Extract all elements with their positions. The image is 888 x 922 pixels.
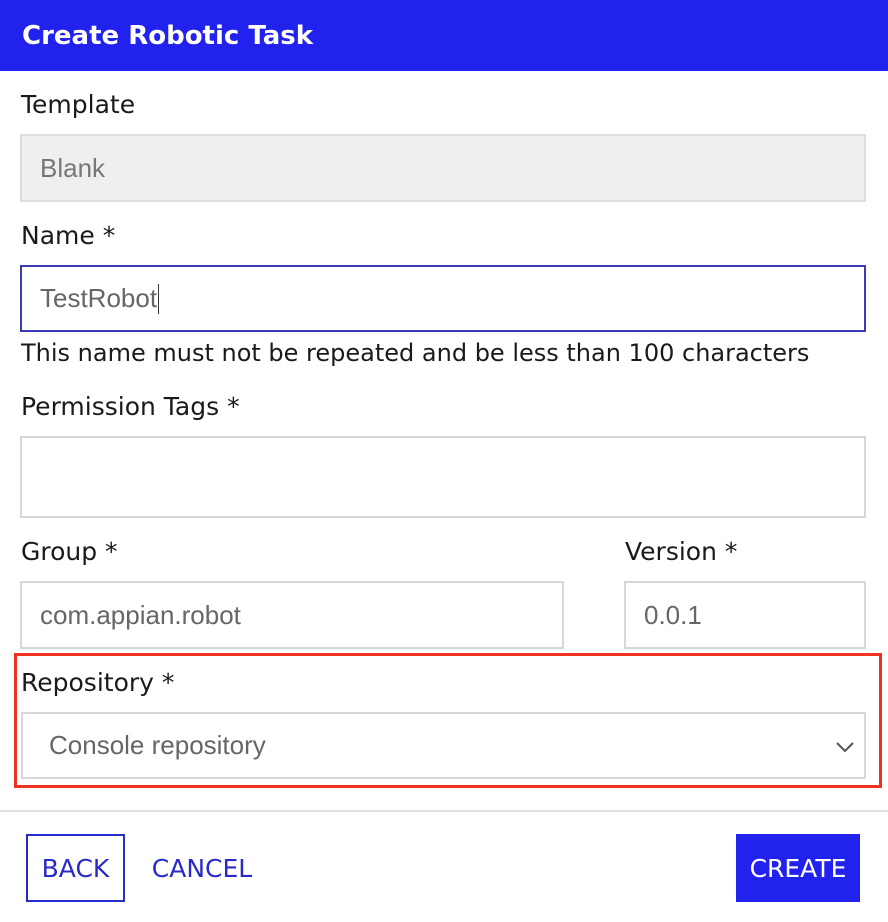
version-input[interactable]: 0.0.1 — [624, 581, 866, 649]
cancel-button[interactable]: CANCEL — [140, 834, 264, 902]
group-label: Group * — [21, 537, 118, 566]
name-value: TestRobot — [40, 283, 158, 313]
dialog-title: Create Robotic Task — [22, 20, 314, 51]
group-value: com.appian.robot — [40, 599, 241, 630]
chevron-down-icon — [836, 742, 854, 753]
permission-tags-label: Permission Tags * — [21, 392, 240, 421]
template-value: Blank — [40, 152, 106, 183]
permission-tags-input[interactable] — [20, 436, 866, 518]
repository-selected-value: Console repository — [49, 730, 266, 760]
template-label: Template — [21, 90, 136, 119]
footer-divider — [0, 810, 888, 812]
name-help-text: This name must not be repeated and be le… — [21, 339, 810, 367]
text-caret — [158, 283, 160, 314]
version-label: Version * — [625, 537, 738, 566]
dialog-title-bar: Create Robotic Task — [0, 0, 888, 71]
name-input[interactable]: TestRobot — [20, 265, 866, 332]
version-value: 0.0.1 — [644, 599, 702, 630]
create-robotic-task-dialog: Create Robotic Task Template Blank Name … — [0, 0, 888, 922]
template-field: Blank — [20, 134, 866, 202]
back-button[interactable]: BACK — [26, 834, 125, 902]
group-input[interactable]: com.appian.robot — [20, 581, 564, 649]
name-label: Name * — [21, 221, 116, 250]
repository-label: Repository * — [21, 668, 175, 697]
create-button[interactable]: CREATE — [736, 834, 860, 902]
repository-select[interactable]: Console repository — [21, 712, 866, 779]
